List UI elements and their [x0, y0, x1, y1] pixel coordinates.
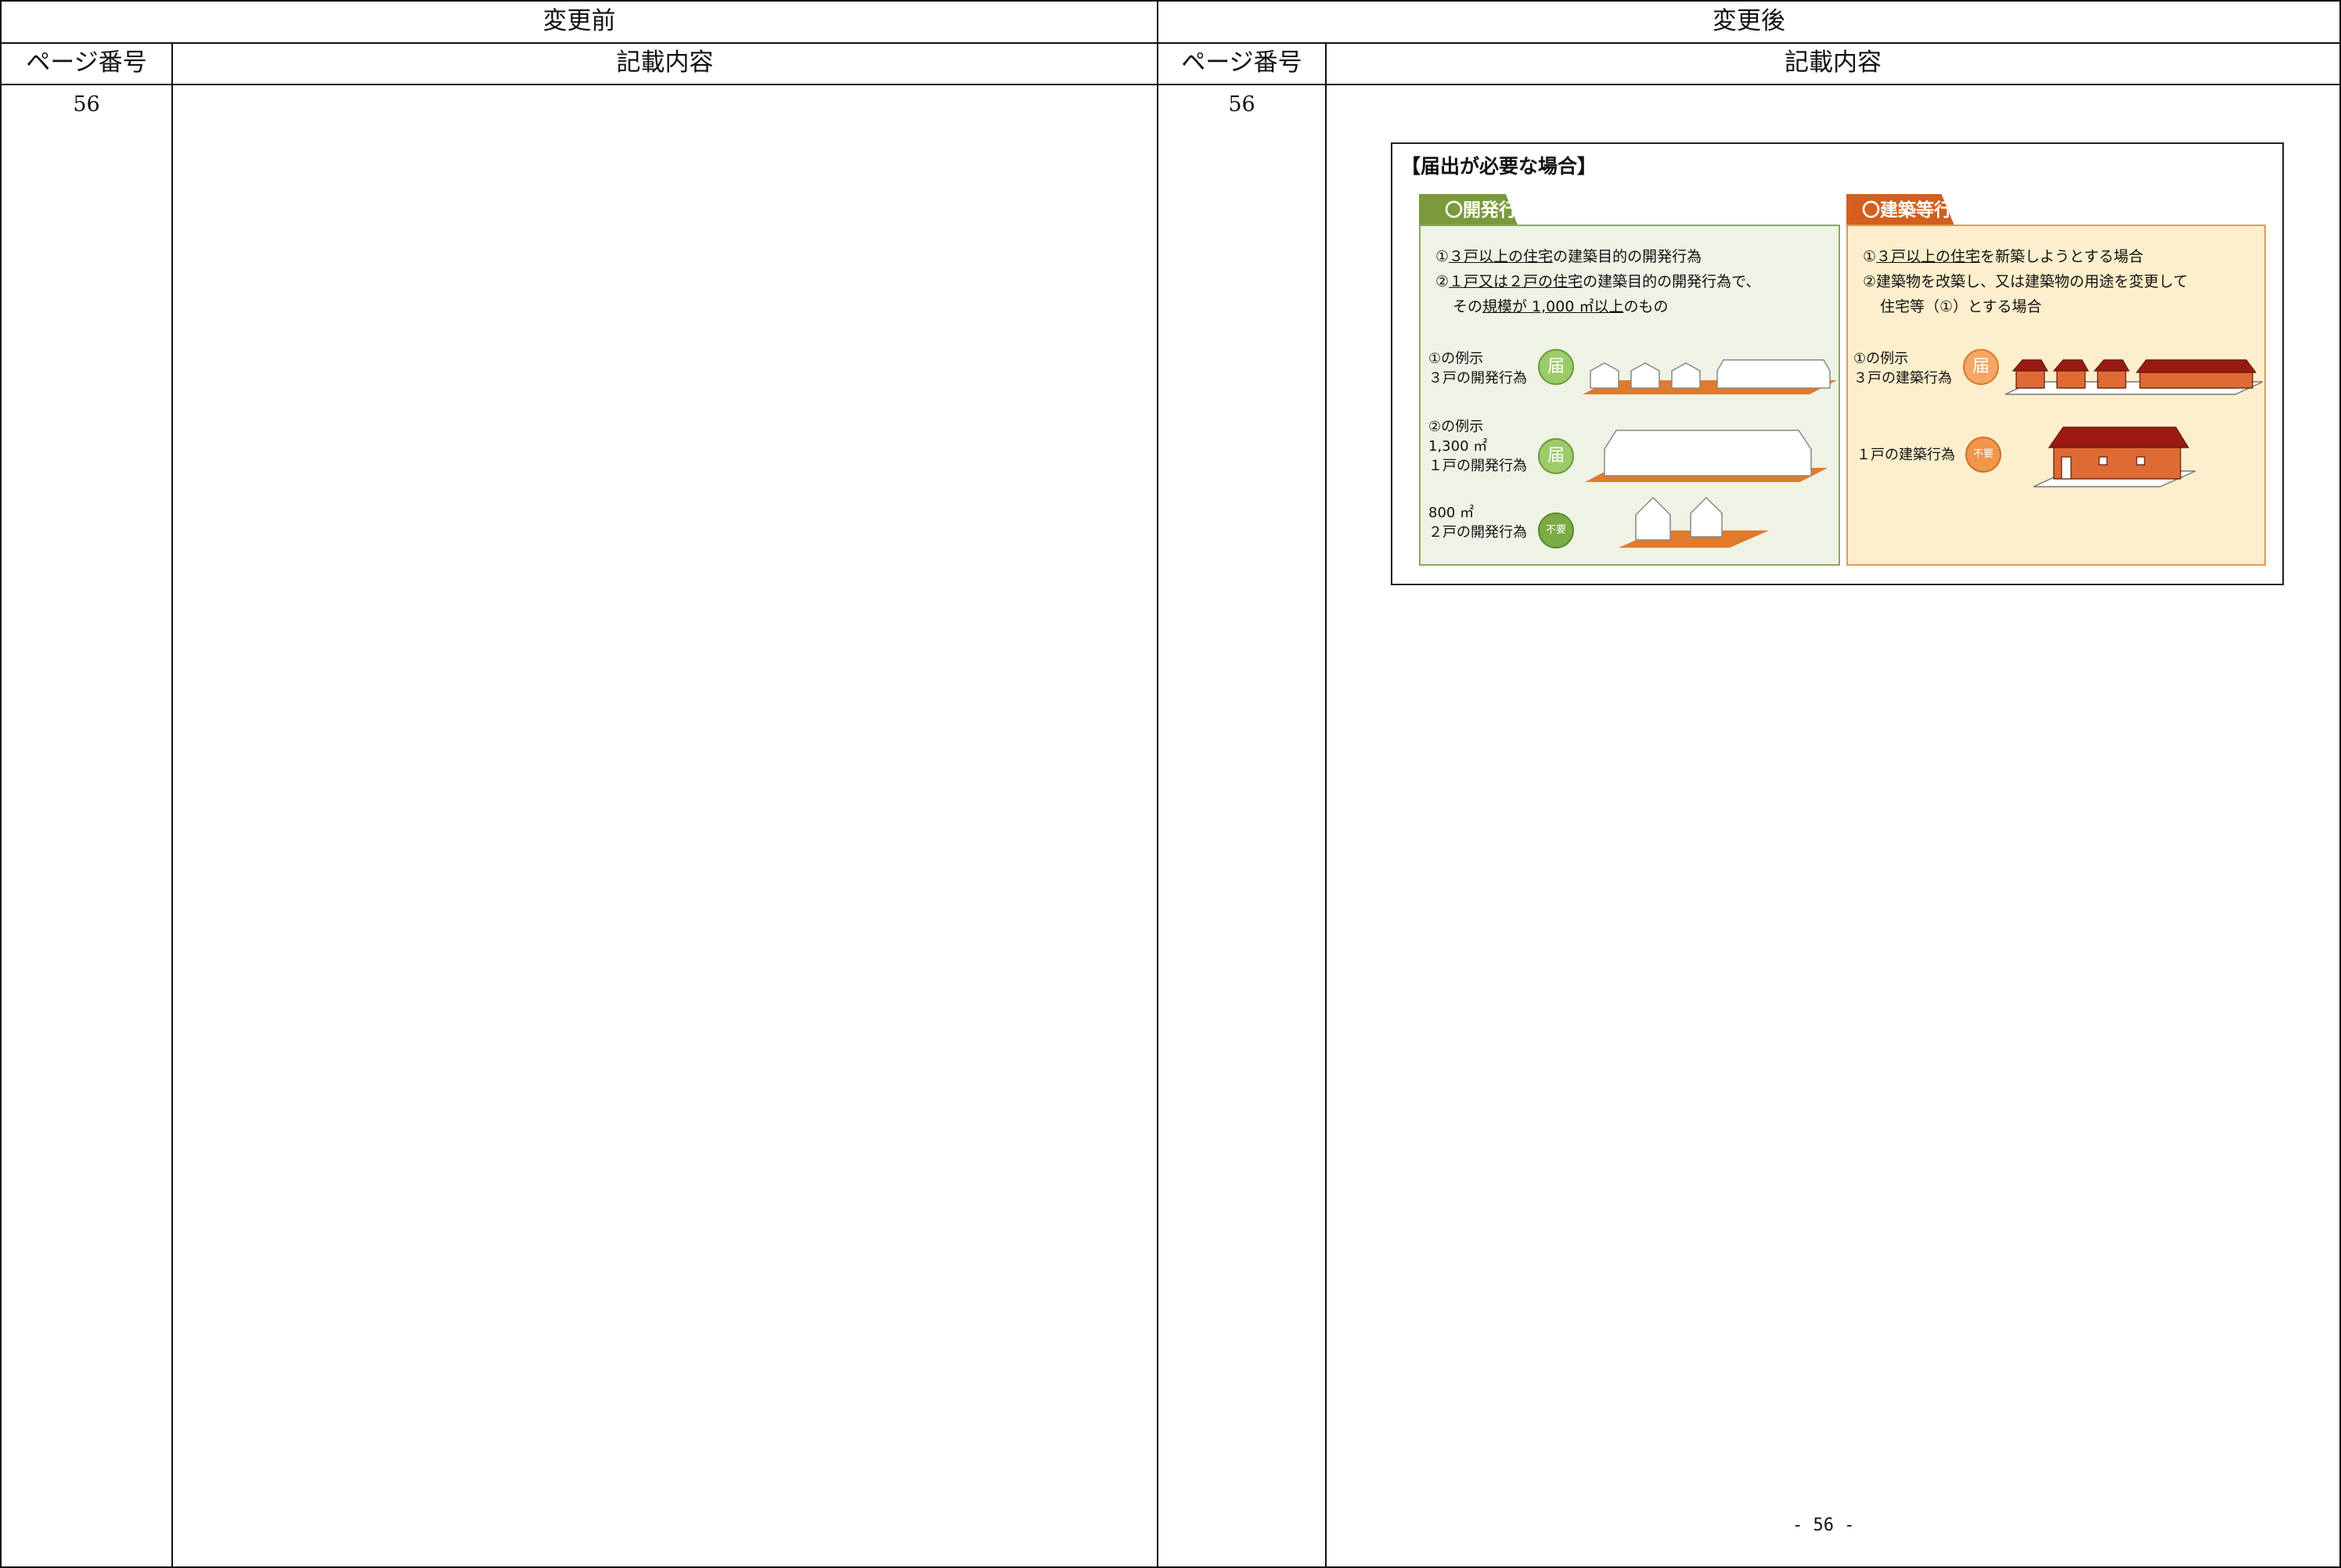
tab-building-act: 〇建築等行為: [1846, 194, 1954, 225]
table-col-divider-left: [171, 42, 173, 1568]
build-example-1-houses-illustration: [2004, 359, 2264, 395]
after-col-page: ページ番号: [1181, 49, 1302, 77]
figure-title: 【届出が必要な場合】: [1401, 155, 1597, 178]
after-page-number: 56: [1228, 92, 1255, 117]
dev-example-3-label: 800 ㎡ ２戸の開発行為: [1428, 505, 1527, 541]
notification-required-badge: 届: [1963, 349, 1999, 385]
build-condition-1: ①３戸以上の住宅を新築しようとする場合: [1863, 248, 2144, 265]
before-page-number: 56: [73, 92, 100, 117]
after-col-content: 記載内容: [1785, 49, 1882, 77]
dev-condition-3: その規模が 1,000 ㎡以上のもの: [1453, 298, 1669, 315]
dev-example-1-label: ①の例示 ３戸の開発行為: [1428, 351, 1527, 387]
dev-condition-1: ①３戸以上の住宅の建築目的の開発行為: [1435, 248, 1702, 265]
tab-development-act: 〇開発行為: [1419, 194, 1518, 225]
table-row-divider-2: [0, 84, 2341, 85]
notification-not-required-badge: 不要: [1965, 437, 2001, 473]
build-condition-3: 住宅等（①）とする場合: [1880, 298, 2042, 315]
notification-required-badge: 届: [1538, 349, 1574, 385]
table-col-divider-right: [1325, 42, 1327, 1568]
dev-example-2-label: ②の例示 1,300 ㎡ １戸の開発行為: [1428, 419, 1527, 474]
before-col-page: ページ番号: [26, 49, 147, 77]
build-condition-2: ②建築物を改築し、又は建築物の用途を変更して: [1863, 273, 2188, 290]
table-center-divider: [1157, 0, 1158, 1568]
build-example-2-house-illustration: [2033, 426, 2196, 487]
notification-not-required-badge: 不要: [1538, 512, 1574, 548]
build-example-2-label: １戸の建築行為: [1857, 447, 1955, 463]
page-footer: - 56 -: [1792, 1516, 1855, 1535]
after-header: 変更後: [1713, 7, 1785, 35]
table-border-left: [0, 0, 2, 1568]
dev-condition-2: ②１戸又は２戸の住宅の建築目的の開発行為で、: [1435, 273, 1761, 290]
before-col-content: 記載内容: [616, 49, 714, 77]
dev-example-1-houses-illustration: [1583, 359, 1837, 394]
dev-example-2-house-illustration: [1585, 430, 1828, 482]
notification-required-badge: 届: [1538, 438, 1574, 474]
build-example-1-label: ①の例示 ３戸の建築行為: [1853, 351, 1952, 387]
before-header: 変更前: [542, 7, 616, 35]
dev-example-3-houses-illustration: [1619, 496, 1769, 548]
